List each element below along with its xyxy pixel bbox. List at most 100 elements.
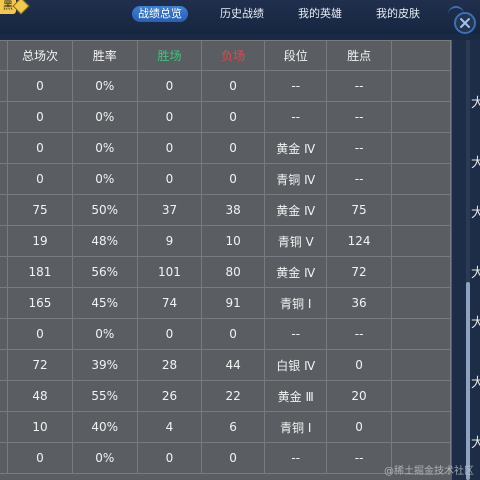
row-edge-cell xyxy=(0,256,9,288)
losses-cell: 91 xyxy=(201,287,266,319)
table-row: 10 40% 4 6 青铜 Ⅰ0 xyxy=(0,411,452,443)
win-rate-cell: 55% xyxy=(71,380,138,412)
total-games-cell: 48 xyxy=(7,380,73,412)
row-edge-cell xyxy=(0,349,9,381)
header-win-rate: 胜率 xyxy=(71,40,138,71)
losses-cell: 0 xyxy=(201,318,266,350)
row-edge-cell xyxy=(0,442,9,474)
edge-glyph: 大 xyxy=(471,266,480,281)
tab-heroes[interactable]: 我的英雄 xyxy=(298,6,342,22)
row-edge-cell xyxy=(0,380,9,412)
close-button[interactable] xyxy=(454,12,476,34)
tab-history[interactable]: 历史战绩 xyxy=(220,6,264,22)
rank-cell: -- xyxy=(264,318,328,350)
row-edge-cell xyxy=(0,411,9,443)
scrollbar-thumb[interactable] xyxy=(466,282,470,480)
win-rate-cell: 48% xyxy=(71,225,138,257)
edge-glyph: 大 xyxy=(471,96,480,111)
table-row: 19 48% 9 10 青铜 Ⅴ 124 xyxy=(0,225,452,257)
total-games-cell: 0 xyxy=(7,70,73,102)
edge-glyph: 大 xyxy=(471,316,480,331)
points-cell: 0 xyxy=(326,411,392,443)
total-games-cell: 0 xyxy=(7,318,73,350)
row-edge-cell xyxy=(0,132,9,164)
watermark: @稀土掘金技术社区 xyxy=(384,466,474,477)
row-edge-cell xyxy=(0,318,9,350)
edge-glyph: 大 xyxy=(471,376,480,391)
win-rate-cell: 39% xyxy=(71,349,138,381)
points-cell: 72 xyxy=(326,256,392,288)
row-end-cell xyxy=(390,70,452,102)
edge-glyph: 大 xyxy=(471,156,480,171)
header-points: 胜点 xyxy=(326,40,392,71)
points-cell: 36 xyxy=(326,287,392,319)
row-edge-cell xyxy=(0,163,9,195)
wins-cell: 28 xyxy=(136,349,203,381)
wins-cell: 74 xyxy=(136,287,203,319)
total-games-cell: 0 xyxy=(7,132,73,164)
losses-cell: 0 xyxy=(201,70,266,102)
points-cell: 124 xyxy=(326,225,392,257)
stats-table: 总场次 胜率 胜场 负场 段位 胜点 0 0% 0 0 -- -- 0 0% 0 0 -- -- 0 0%… xyxy=(0,40,452,474)
win-rate-cell: 45% xyxy=(71,287,138,319)
rank-cell: 青铜 Ⅰ xyxy=(264,411,328,443)
losses-cell: 0 xyxy=(201,163,266,195)
win-rate-cell: 0% xyxy=(71,442,138,474)
rank-cell: 白银 Ⅳ xyxy=(264,349,328,381)
tab-overview[interactable]: 战绩总览 xyxy=(132,6,188,22)
edge-glyph: 大 xyxy=(471,206,480,221)
table-row: 0 0% 0 0 黄金 Ⅳ -- xyxy=(0,132,452,164)
total-games-cell: 10 xyxy=(7,411,73,443)
total-games-cell: 165 xyxy=(7,287,73,319)
wins-cell: 9 xyxy=(136,225,203,257)
points-cell: -- xyxy=(326,163,392,195)
total-games-cell: 19 xyxy=(7,225,73,257)
wins-cell: 0 xyxy=(136,70,203,102)
table-row: 0 0% 0 0 -- -- xyxy=(0,70,452,102)
wins-cell: 101 xyxy=(136,256,203,288)
header-wins: 胜场 xyxy=(136,40,203,71)
row-end-cell xyxy=(390,225,452,257)
win-rate-cell: 0% xyxy=(71,132,138,164)
rank-cell: -- xyxy=(264,442,328,474)
losses-cell: 0 xyxy=(201,132,266,164)
rank-cell: 青铜 Ⅰ xyxy=(264,287,328,319)
row-end-cell xyxy=(390,163,452,195)
wins-cell: 37 xyxy=(136,194,203,226)
losses-cell: 22 xyxy=(201,380,266,412)
wins-cell: 4 xyxy=(136,411,203,443)
row-edge-cell xyxy=(0,194,9,226)
wins-cell: 0 xyxy=(136,101,203,133)
rank-cell: 青铜 Ⅴ xyxy=(264,225,328,257)
rank-cell: 黄金 Ⅳ xyxy=(264,132,328,164)
row-end-cell xyxy=(390,380,452,412)
rank-cell: 黄金 Ⅲ xyxy=(264,380,328,412)
losses-cell: 38 xyxy=(201,194,266,226)
points-cell: 0 xyxy=(326,349,392,381)
win-rate-cell: 0% xyxy=(71,318,138,350)
row-end-cell xyxy=(390,101,452,133)
points-cell: -- xyxy=(326,318,392,350)
row-end-cell xyxy=(390,287,452,319)
table-row: 165 45% 74 91 青铜 Ⅰ 36 xyxy=(0,287,452,319)
table-row: 72 39% 28 44 白银 Ⅳ0 xyxy=(0,349,452,381)
rank-cell: -- xyxy=(264,70,328,102)
table-header-row: 总场次 胜率 胜场 负场 段位 胜点 xyxy=(0,40,452,71)
wins-cell: 0 xyxy=(136,318,203,350)
table-row: 75 50% 37 38 黄金 Ⅳ 75 xyxy=(0,194,452,226)
header-cell-end xyxy=(390,40,452,71)
tab-skins[interactable]: 我的皮肤 xyxy=(376,6,420,22)
row-end-cell xyxy=(390,256,452,288)
rank-cell: 黄金 Ⅳ xyxy=(264,256,328,288)
row-edge-cell xyxy=(0,225,9,257)
rank-cell: 青铜 Ⅳ xyxy=(264,163,328,195)
points-cell: 75 xyxy=(326,194,392,226)
row-edge-cell xyxy=(0,70,9,102)
table-row: 0 0% 0 0 -- -- xyxy=(0,318,452,350)
rank-cell: 黄金 Ⅳ xyxy=(264,194,328,226)
total-games-cell: 72 xyxy=(7,349,73,381)
wins-cell: 0 xyxy=(136,163,203,195)
row-end-cell xyxy=(390,411,452,443)
losses-cell: 44 xyxy=(201,349,266,381)
header-losses: 负场 xyxy=(201,40,266,71)
